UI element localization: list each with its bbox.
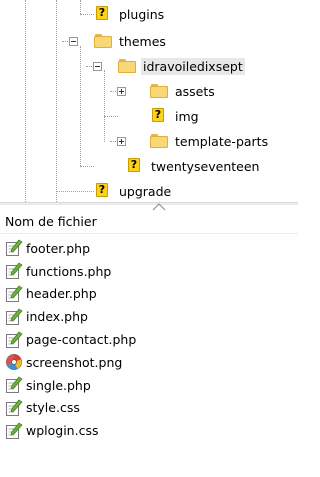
file-row-page-contact-php[interactable]: page-contact.php [0, 328, 298, 351]
file-row-header-php[interactable]: header.php [0, 283, 298, 306]
tree-guide-line [80, 0, 81, 14]
file-row-footer-php[interactable]: footer.php [0, 237, 298, 260]
tree-node-label: template-parts [175, 133, 269, 149]
expand-template-parts-toggle[interactable] [117, 137, 126, 146]
tree-node-label: img [175, 108, 199, 124]
file-name: style.css [26, 400, 80, 416]
tree-node-label: upgrade [119, 183, 172, 199]
file-row-style-css[interactable]: style.css [0, 397, 298, 420]
tree-node-assets[interactable]: assets [150, 81, 217, 101]
tree-node-label: twentyseventeen [151, 158, 260, 174]
question-folder-icon: ? [150, 108, 168, 124]
text-file-icon [6, 399, 23, 416]
file-name: functions.php [26, 263, 112, 279]
tree-guide-line [104, 70, 105, 142]
column-header-label: Nom de fichier [5, 214, 97, 229]
file-name: footer.php [26, 240, 91, 256]
question-folder-icon: ? [126, 158, 144, 174]
tree-guide-line [80, 46, 81, 166]
tree-node-label: idravoiledixsept [141, 57, 245, 75]
file-row-single-php[interactable]: single.php [0, 374, 298, 397]
file-name: header.php [26, 286, 97, 302]
tree-node-img[interactable]: ? img [150, 106, 201, 126]
file-name: index.php [26, 309, 88, 325]
folder-icon [150, 83, 168, 99]
file-row-index-php[interactable]: index.php [0, 305, 298, 328]
tree-node-plugins[interactable]: ? plugins [94, 4, 166, 24]
tree-connector [80, 166, 94, 167]
folder-icon [150, 133, 168, 149]
tree-guide-line [25, 0, 26, 202]
column-header-filename[interactable]: Nom de fichier [0, 210, 298, 234]
file-name: page-contact.php [26, 332, 137, 348]
text-file-icon [6, 308, 23, 325]
file-row-wplogin-css[interactable]: wplogin.css [0, 419, 298, 442]
text-file-icon [6, 422, 23, 439]
tree-connector [56, 191, 94, 192]
question-folder-icon: ? [94, 183, 112, 199]
tree-connector [80, 14, 94, 15]
file-row-functions-php[interactable]: functions.php [0, 260, 298, 283]
tree-connector [104, 116, 118, 117]
folder-icon [94, 33, 112, 49]
expand-assets-toggle[interactable] [117, 87, 126, 96]
file-name: wplogin.css [26, 423, 99, 439]
text-file-icon [6, 239, 23, 257]
question-folder-icon: ? [94, 6, 112, 22]
tree-node-label: themes [119, 33, 166, 49]
tree-node-label: assets [175, 83, 215, 99]
tree-node-upgrade[interactable]: ? upgrade [94, 181, 173, 201]
tree-node-idravoiledixsept[interactable]: idravoiledixsept [118, 56, 245, 76]
file-name: single.php [26, 377, 91, 393]
text-file-icon [6, 262, 23, 280]
directory-tree: ? plugins themes idravoiledixsept assets… [0, 0, 298, 202]
collapse-idravoiledixsept-toggle[interactable] [93, 62, 102, 71]
tree-node-themes[interactable]: themes [94, 31, 168, 51]
tree-node-template-parts[interactable]: template-parts [150, 131, 270, 151]
tree-node-label: plugins [119, 6, 165, 22]
file-row-screenshot-png[interactable]: screenshot.png [0, 351, 298, 374]
file-list: footer.php functions.php header.php inde… [0, 234, 298, 442]
tree-node-twentyseventeen[interactable]: ? twentyseventeen [126, 156, 261, 176]
tree-guide-line [56, 0, 57, 202]
text-file-icon [6, 331, 23, 348]
text-file-icon [6, 376, 23, 394]
collapse-themes-toggle[interactable] [69, 37, 78, 46]
pane-splitter[interactable] [0, 202, 298, 205]
text-file-icon [6, 285, 23, 302]
file-name: screenshot.png [26, 354, 123, 370]
image-file-icon [6, 354, 22, 371]
file-list-panel: Nom de fichier footer.php functions.php [0, 210, 298, 442]
folder-icon [118, 58, 136, 74]
